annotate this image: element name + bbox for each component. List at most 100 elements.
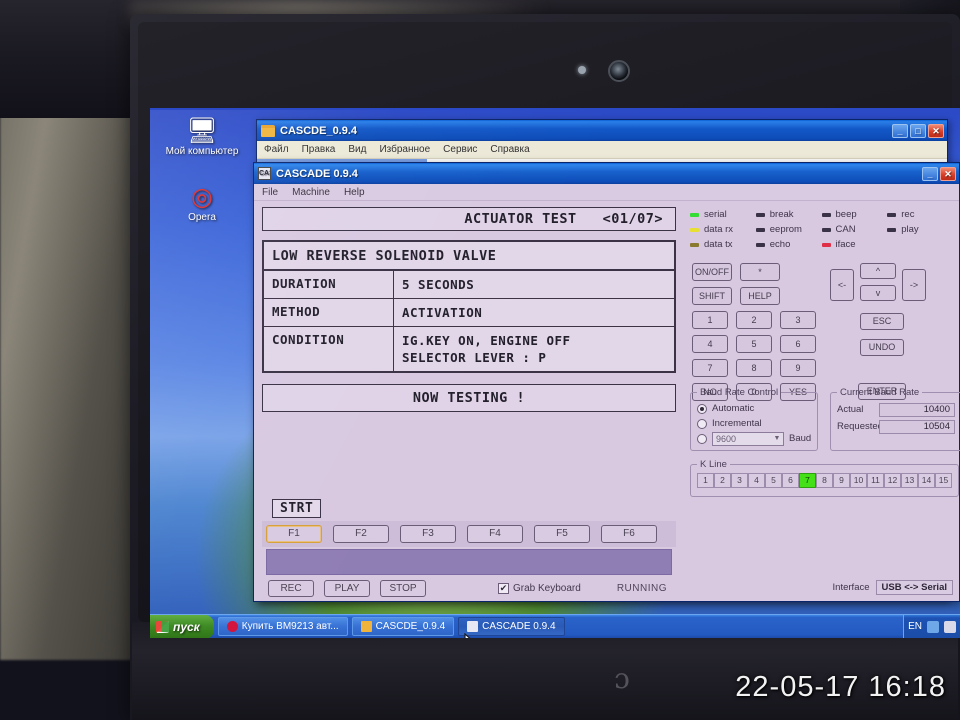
k-line-cell-8[interactable]: 8 [816,473,833,488]
led-label: iface [835,239,856,250]
k-line-legend: K Line [700,459,727,470]
ecu-row-value-line: SELECTOR LEVER : P [402,350,547,365]
ecu-table-row: METHOD ACTIVATION [264,299,674,327]
key-2[interactable]: 2 [736,311,772,329]
explorer-menu-bar[interactable]: Файл Правка Вид Избранное Сервис Справка [257,141,947,159]
k-line-cell-9[interactable]: 9 [833,473,850,488]
k-line-cell-1[interactable]: 1 [697,473,714,488]
k-line-cell-6[interactable]: 6 [782,473,799,488]
menu-item-file[interactable]: File [262,187,278,198]
play-button[interactable]: PLAY [324,579,370,597]
maximize-button[interactable]: □ [910,123,926,138]
function-key-f1[interactable]: F1 [266,525,322,543]
key-help[interactable]: HELP [740,287,780,305]
cascade-app-icon: CAS [258,167,271,180]
menu-item-view[interactable]: Вид [348,144,366,155]
baud-rate-select[interactable]: 9600 ▼ [712,431,784,446]
k-line-cell-4[interactable]: 4 [748,473,765,488]
k-line-cell-3[interactable]: 3 [731,473,748,488]
menu-item-tools[interactable]: Сервис [443,144,477,155]
tray-network-icon[interactable] [927,620,939,633]
close-button[interactable]: ✕ [940,166,956,181]
nav-up-arrow-icon[interactable]: ^ [860,263,896,279]
cascade-menu-bar[interactable]: File Machine Help [254,184,959,201]
ecu-row-value: 5 SECONDS [394,271,674,298]
key-9[interactable]: 9 [780,359,816,377]
ecu-header-page: <01/07> [602,211,663,227]
key-4[interactable]: 4 [692,335,728,353]
taskbar-item-browser[interactable]: Купить BM9213 авт... [217,617,348,636]
desktop-icon-opera[interactable]: ◎ Opera [164,184,240,224]
minimize-button[interactable]: _ [892,123,908,138]
menu-item-help[interactable]: Help [344,187,365,198]
esc-button[interactable]: ESC [860,313,904,330]
language-indicator[interactable]: EN [908,621,922,632]
led-indicator-icon [887,212,897,217]
led-indicator-icon [755,212,765,217]
key-1[interactable]: 1 [692,311,728,329]
start-button[interactable]: пуск [150,614,214,638]
actual-baud-label: Actual [837,404,864,415]
undo-button[interactable]: UNDO [860,339,904,356]
key-8[interactable]: 8 [736,359,772,377]
control-panel: serial data rx data tx break eeprom echo… [684,201,960,601]
system-tray[interactable]: EN [903,614,960,638]
radio-automatic[interactable]: Automatic [697,401,811,416]
led-indicator-icon [690,227,699,232]
led-label: break [769,209,794,220]
function-key-f3[interactable]: F3 [400,525,456,543]
photograph-of-laptop-screen: ɔ 🖥 Мой компьютер ◎ Opera CASCDE_0.9.4 _ [0,0,960,720]
menu-item-help[interactable]: Справка [490,144,529,155]
key-shift[interactable]: SHIFT [692,287,732,305]
minimize-button[interactable]: _ [922,166,938,181]
taskbar-item-label: Купить BM9213 авт... [241,621,339,632]
nav-left-arrow-icon[interactable]: <- [830,269,854,301]
function-key-f2[interactable]: F2 [333,525,389,543]
led-label: rec [901,209,915,220]
k-line-cell-13[interactable]: 13 [901,473,918,488]
radio-manual-baud[interactable]: 9600 ▼ Baud [697,431,811,446]
k-line-cell-14[interactable]: 14 [918,473,935,488]
grab-keyboard-checkbox[interactable]: ✔ Grab Keyboard [498,582,581,594]
key-asterisk[interactable]: * [740,263,780,281]
function-key-f5[interactable]: F5 [534,525,590,543]
k-line-cell-2[interactable]: 2 [714,473,731,488]
k-line-cell-7-active[interactable]: 7 [799,473,816,488]
explorer-title-bar[interactable]: CASCDE_0.9.4 _ □ ✕ [257,120,947,141]
radio-incremental[interactable]: Incremental [697,416,811,431]
tray-volume-icon[interactable] [944,620,956,633]
k-line-cell-15[interactable]: 15 [935,473,952,488]
stop-button[interactable]: STOP [380,579,426,597]
nav-down-arrow-icon[interactable]: v [860,285,896,301]
led-label: data tx [704,239,733,250]
key-onoff[interactable]: ON/OFF [692,263,732,281]
menu-item-file[interactable]: Файл [264,144,289,155]
close-button[interactable]: ✕ [928,123,944,138]
k-line-cell-11[interactable]: 11 [867,473,884,488]
start-button-label: пуск [173,619,200,634]
led-play: play [887,222,953,237]
key-5[interactable]: 5 [736,335,772,353]
desktop-icon-my-computer[interactable]: 🖥 Мой компьютер [164,118,240,158]
nav-right-arrow-icon[interactable]: -> [902,269,926,301]
menu-item-edit[interactable]: Правка [302,144,336,155]
k-line-cell-12[interactable]: 12 [884,473,901,488]
k-line-cell-10[interactable]: 10 [850,473,867,488]
key-3[interactable]: 3 [780,311,816,329]
key-6[interactable]: 6 [780,335,816,353]
requested-baud-value: 10504 [879,419,955,434]
ecu-row-key: CONDITION [264,327,394,371]
taskbar-item-explorer[interactable]: CASCDE_0.9.4 [351,617,455,636]
interface-label: Interface [832,582,870,593]
cascade-title-bar[interactable]: CAS CASCADE 0.9.4 _ ✕ [254,163,959,184]
key-7[interactable]: 7 [692,359,728,377]
ecu-bottom-spacer [262,412,676,499]
cascade-window[interactable]: CAS CASCADE 0.9.4 _ ✕ File Machine Help [253,162,960,602]
k-line-cell-5[interactable]: 5 [765,473,782,488]
menu-item-machine[interactable]: Machine [292,187,330,198]
menu-item-favorites[interactable]: Избранное [379,144,430,155]
function-key-f4[interactable]: F4 [467,525,523,543]
function-key-f6[interactable]: F6 [601,525,657,543]
virtual-keypad: ON/OFF * SHIFT HELP 1 2 3 4 5 6 7 8 9 NO… [692,263,820,407]
rec-button[interactable]: REC [268,579,314,597]
